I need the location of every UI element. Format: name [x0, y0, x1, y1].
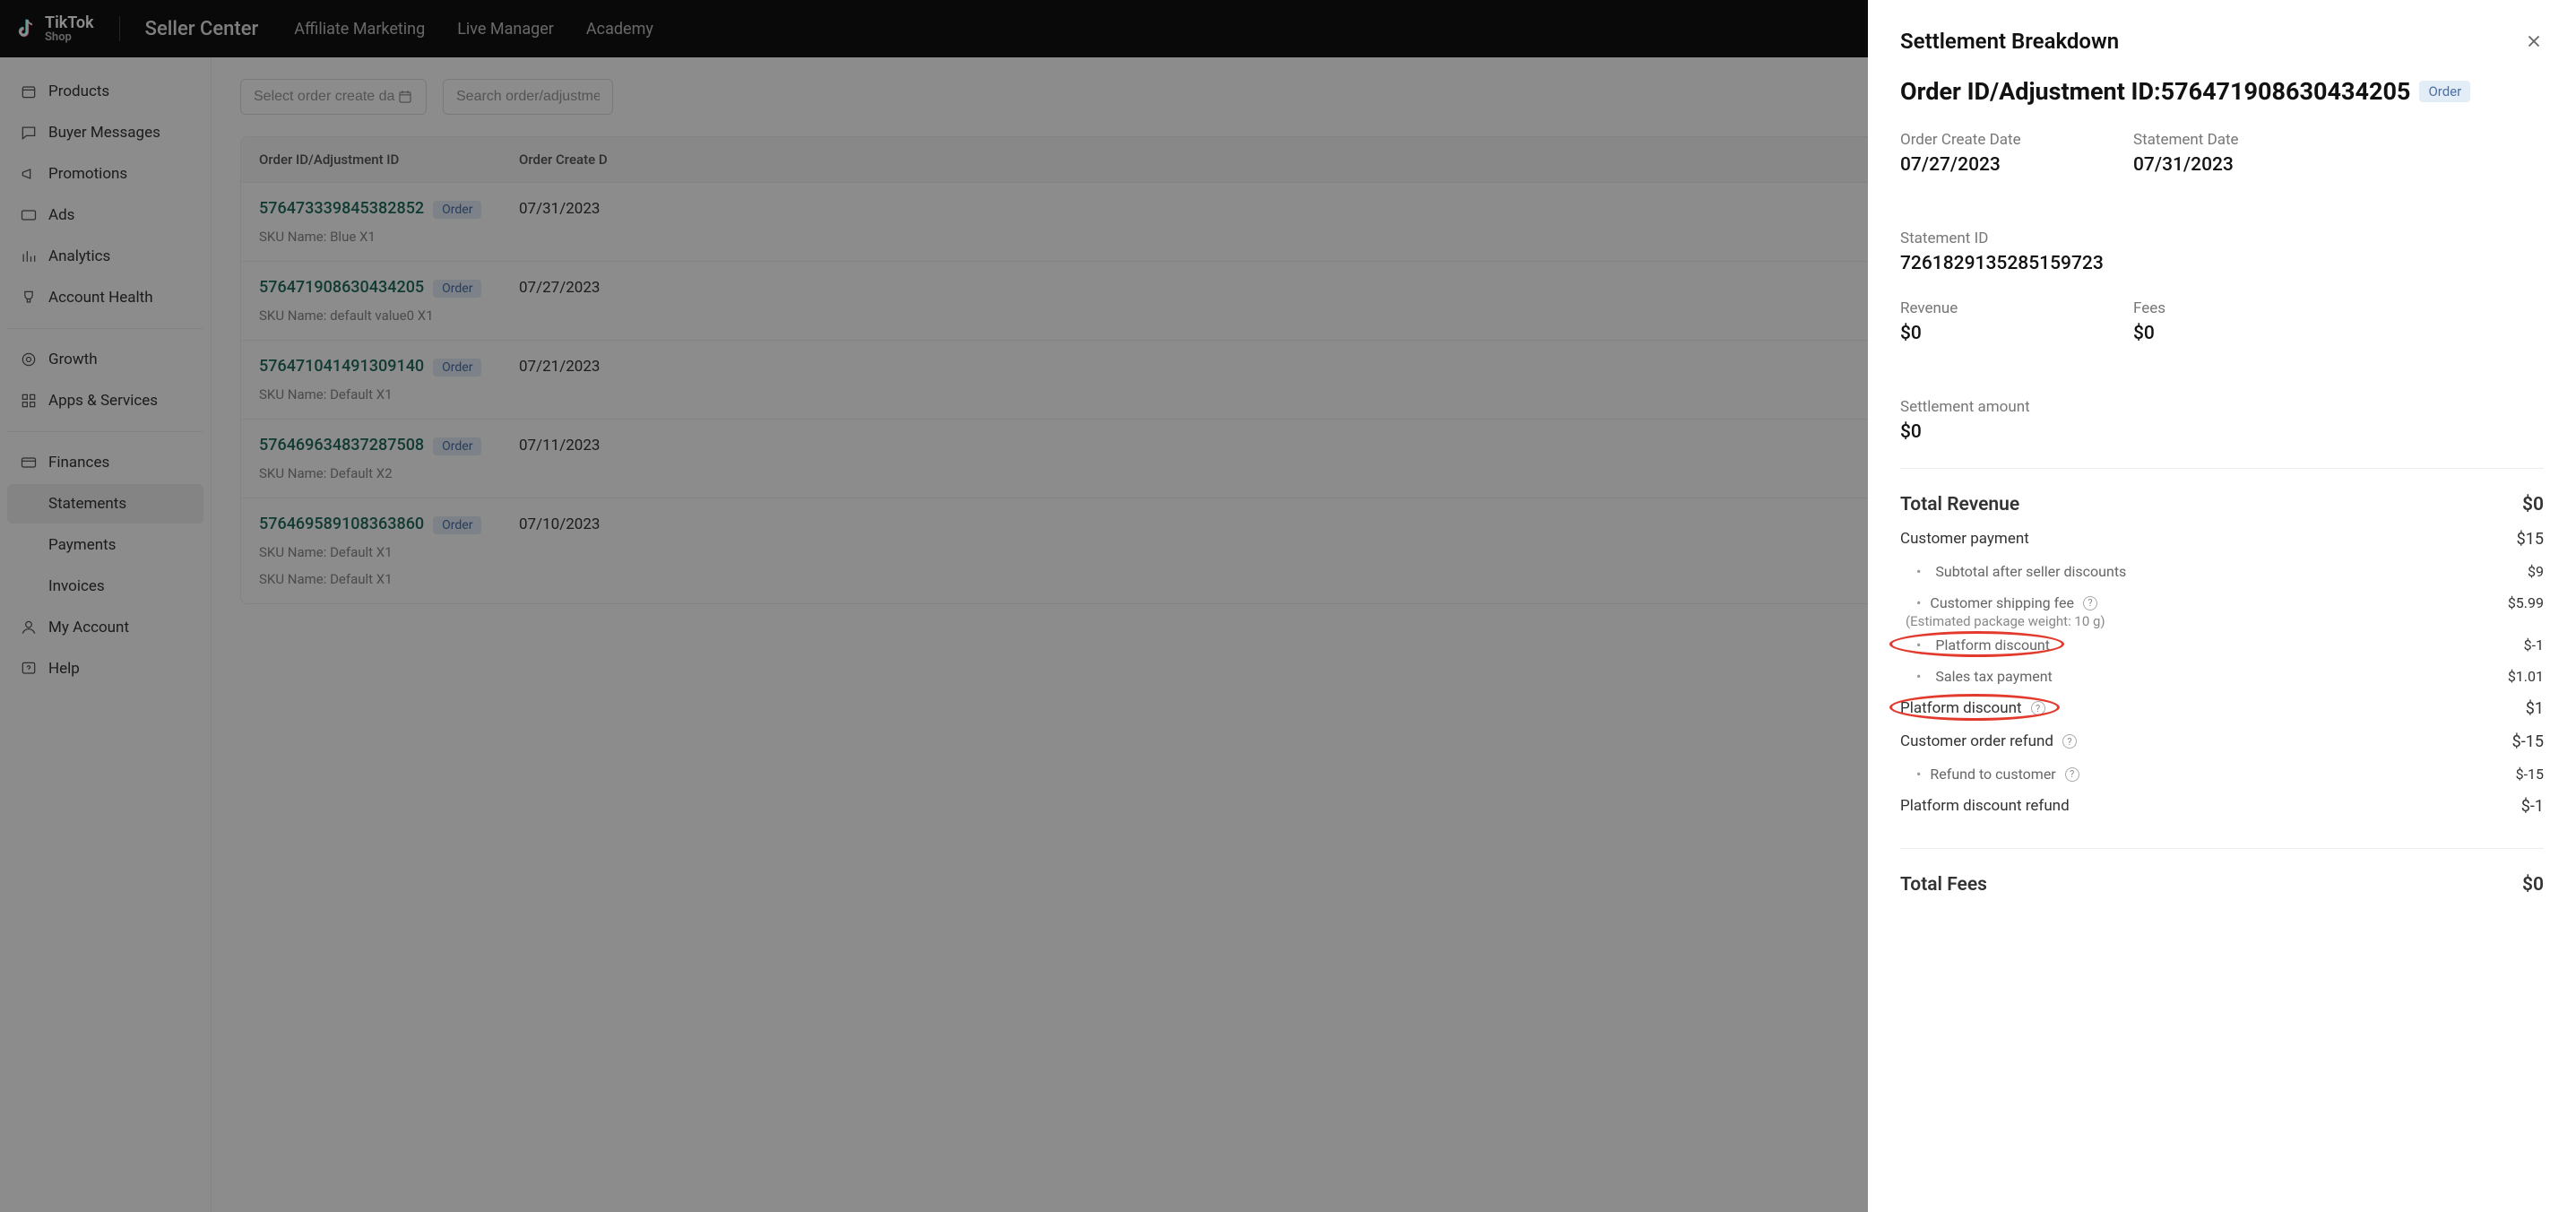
order-id-heading: Order ID/Adjustment ID:57647190863043420…: [1900, 77, 2410, 106]
total-revenue-label: Total Revenue: [1900, 494, 2019, 515]
customer-refund-label: Customer order refund?: [1900, 732, 2077, 750]
ship-note: (Estimated package weight: 10 g): [1900, 613, 2544, 629]
platform-discount-sub-label: Platform discount: [1900, 636, 2050, 654]
platform-discount-refund-value: $-1: [2521, 797, 2544, 816]
order-badge: Order: [2419, 81, 2470, 102]
help-icon[interactable]: ?: [2031, 701, 2045, 715]
ship-fee-label: Customer shipping fee?: [1900, 594, 2097, 611]
meta-grid: Order Create Date 07/27/2023 Statement Da…: [1900, 131, 2544, 274]
meta-grid-2: Revenue $0 Fees $0 Settlement amount $0: [1900, 299, 2544, 443]
refund-to-customer-label: Refund to customer?: [1900, 766, 2079, 783]
meta-fees-label: Fees: [2133, 299, 2312, 317]
help-icon[interactable]: ?: [2062, 734, 2077, 749]
total-fees-label: Total Fees: [1900, 874, 1987, 896]
refund-to-customer-value: $-15: [2516, 766, 2544, 783]
meta-create-label: Order Create Date: [1900, 131, 2079, 149]
settlement-drawer: Settlement Breakdown Order ID/Adjustment…: [1868, 0, 2576, 1212]
meta-fees-value: $0: [2133, 323, 2312, 344]
meta-create-value: 07/27/2023: [1900, 154, 2079, 176]
subtotal-label: Subtotal after seller discounts: [1900, 563, 2126, 580]
sales-tax-value: $1.01: [2508, 668, 2544, 685]
total-revenue-value: $0: [2522, 494, 2544, 515]
meta-settle-value: $0: [1900, 421, 2079, 443]
meta-rev-value: $0: [1900, 323, 2079, 344]
customer-payment-value: $15: [2517, 530, 2544, 549]
ship-fee-value: $5.99: [2508, 594, 2544, 611]
help-icon[interactable]: ?: [2083, 596, 2097, 610]
customer-payment-label: Customer payment: [1900, 530, 2029, 548]
platform-discount-value: $1: [2526, 699, 2544, 718]
drawer-title: Settlement Breakdown: [1900, 29, 2119, 54]
close-icon[interactable]: [2524, 31, 2544, 51]
subtotal-value: $9: [2528, 563, 2544, 580]
customer-refund-value: $-15: [2512, 732, 2544, 751]
sales-tax-label: Sales tax payment: [1900, 668, 2053, 685]
meta-stmtdate-value: 07/31/2023: [2133, 154, 2312, 176]
meta-rev-label: Revenue: [1900, 299, 2079, 317]
help-icon[interactable]: ?: [2065, 767, 2079, 782]
platform-discount-sub-value: $-1: [2524, 636, 2544, 654]
total-fees-value: $0: [2522, 874, 2544, 896]
meta-stmtid-value: 7261829135285159723: [1900, 253, 2104, 274]
meta-stmtid-label: Statement ID: [1900, 229, 2104, 247]
meta-settle-label: Settlement amount: [1900, 398, 2079, 416]
meta-stmtdate-label: Statement Date: [2133, 131, 2312, 149]
platform-discount-refund-label: Platform discount refund: [1900, 797, 2070, 815]
platform-discount-label: Platform discount?: [1900, 699, 2045, 717]
